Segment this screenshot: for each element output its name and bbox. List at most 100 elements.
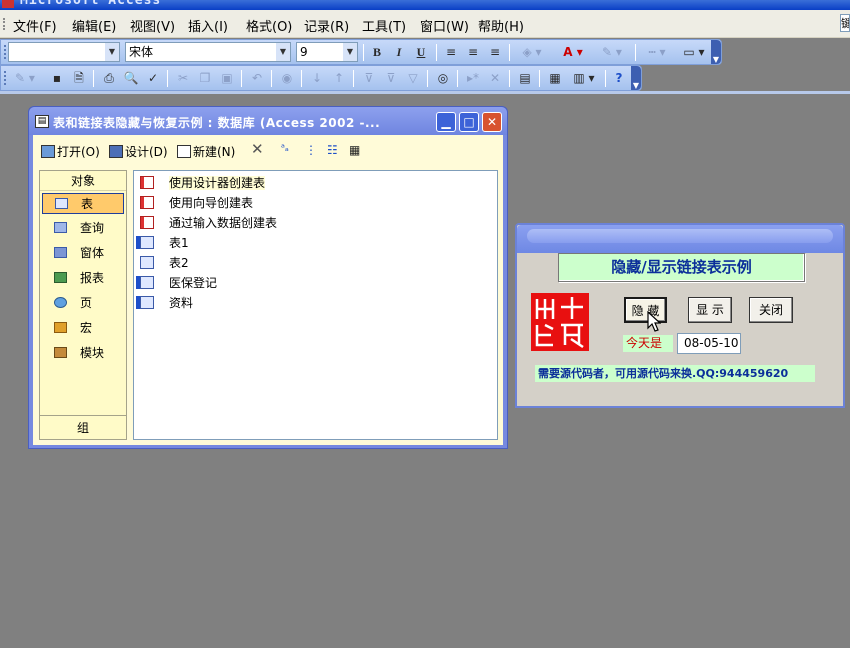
- design-button[interactable]: 设计(D): [109, 143, 168, 160]
- filter-by-form-icon[interactable]: ⊽: [381, 69, 401, 88]
- objects-item-queries[interactable]: 查询: [42, 218, 124, 239]
- new-button[interactable]: 新建(N): [177, 143, 235, 160]
- new-object-icon[interactable]: ▥ ▾: [567, 69, 601, 88]
- align-left-icon[interactable]: ≡: [441, 43, 461, 62]
- list-item[interactable]: 医保登记: [138, 273, 217, 293]
- properties-icon[interactable]: ▤: [515, 69, 535, 88]
- list-item-label: 医保登记: [169, 276, 218, 290]
- seal-image: 出十段: [531, 293, 589, 351]
- show-button[interactable]: 显 示: [688, 297, 732, 323]
- spelling-icon[interactable]: ✓: [143, 69, 163, 88]
- toolbar-grip-icon[interactable]: [4, 71, 7, 85]
- delete-record-icon[interactable]: ✕: [485, 69, 505, 88]
- minimize-button[interactable]: ▁: [436, 112, 456, 132]
- database-window-icon[interactable]: ▦: [545, 69, 565, 88]
- objects-item-tables[interactable]: 表: [42, 193, 124, 214]
- wizard-icon: [140, 196, 154, 209]
- search-icon[interactable]: 🗎: [69, 69, 89, 88]
- list-item[interactable]: 表2: [138, 253, 189, 273]
- list-item[interactable]: 使用设计器创建表: [138, 173, 266, 193]
- toolbar-separator: [427, 70, 428, 87]
- database-window-body: 打开(O) 设计(D) 新建(N) ✕ ᵃₐ ⋮ ☷ ▦ 对象 表 查询 窗体: [33, 135, 503, 445]
- menu-tools[interactable]: 工具(T): [362, 16, 406, 35]
- view-icon[interactable]: ✎ ▾: [9, 69, 41, 88]
- open-button-label: 打开(O): [57, 145, 100, 159]
- maximize-button[interactable]: □: [459, 112, 479, 132]
- large-icons-icon[interactable]: ᵃₐ: [281, 143, 289, 154]
- database-window-title: 表和链接表隐藏与恢复示例 : 数据库 (Access 2002 -...: [53, 116, 381, 130]
- open-button[interactable]: 打开(O): [41, 143, 100, 160]
- apply-filter-icon[interactable]: ▽: [403, 69, 423, 88]
- filter-by-selection-icon[interactable]: ⊽: [359, 69, 379, 88]
- help-icon[interactable]: ?: [609, 69, 629, 88]
- mouse-cursor-icon: [647, 311, 661, 332]
- help-search-box[interactable]: 键: [840, 14, 850, 32]
- objects-header: 对象: [40, 171, 126, 191]
- sort-descending-icon[interactable]: ↑: [329, 69, 349, 88]
- object-combo[interactable]: ▼: [8, 42, 120, 62]
- menu-help[interactable]: 帮助(H): [478, 16, 524, 35]
- menu-grip-icon[interactable]: [3, 18, 6, 30]
- menu-view[interactable]: 视图(V): [130, 16, 175, 35]
- linked-table-icon: [140, 236, 154, 249]
- new-record-icon[interactable]: ▸*: [463, 69, 483, 88]
- menu-window[interactable]: 窗口(W): [420, 16, 469, 35]
- list-item[interactable]: 使用向导创建表: [138, 193, 253, 213]
- special-effect-icon[interactable]: ▭ ▾: [676, 43, 712, 62]
- fill-color-icon[interactable]: ◈ ▾: [515, 43, 549, 62]
- cut-icon[interactable]: ✂: [173, 69, 193, 88]
- bold-button[interactable]: B: [367, 43, 387, 62]
- chevron-down-icon[interactable]: ▼: [276, 43, 290, 61]
- menu-records[interactable]: 记录(R): [304, 16, 349, 35]
- save-icon[interactable]: ▪: [47, 69, 67, 88]
- chevron-down-icon[interactable]: ▼: [105, 43, 119, 61]
- menu-format[interactable]: 格式(O): [246, 16, 292, 35]
- objects-item-forms[interactable]: 窗体: [42, 243, 124, 264]
- toolbar-options-icon[interactable]: ▼: [711, 40, 721, 64]
- menu-file[interactable]: 文件(F): [13, 16, 57, 35]
- groups-button[interactable]: 组: [40, 415, 126, 439]
- underline-button[interactable]: U: [411, 43, 431, 62]
- objects-item-reports[interactable]: 报表: [42, 268, 124, 289]
- objects-item-modules[interactable]: 模块: [42, 343, 124, 364]
- align-center-icon[interactable]: ≡: [463, 43, 483, 62]
- font-color-icon[interactable]: A ▾: [556, 43, 590, 62]
- undo-icon[interactable]: ↶: [247, 69, 267, 88]
- chevron-down-icon[interactable]: ▼: [343, 43, 357, 61]
- list-view-icon[interactable]: ☷: [327, 143, 338, 157]
- align-right-icon[interactable]: ≡: [485, 43, 505, 62]
- today-label: 今天是: [623, 335, 673, 352]
- close-button[interactable]: ✕: [482, 112, 502, 132]
- line-width-icon[interactable]: ┅ ▾: [641, 43, 673, 62]
- font-size-combo[interactable]: 9 ▼: [296, 42, 358, 62]
- find-icon[interactable]: ◎: [433, 69, 453, 88]
- line-color-icon[interactable]: ✎ ▾: [594, 43, 630, 62]
- toolbar-grip-icon[interactable]: [4, 45, 7, 59]
- objects-item-pages[interactable]: 页: [42, 293, 124, 314]
- italic-button[interactable]: I: [389, 43, 409, 62]
- details-view-icon[interactable]: ▦: [349, 143, 360, 157]
- paste-icon[interactable]: ▣: [217, 69, 237, 88]
- database-window-titlebar[interactable]: ▤ 表和链接表隐藏与恢复示例 : 数据库 (Access 2002 -... ▁…: [29, 107, 507, 135]
- sort-ascending-icon[interactable]: ↓: [307, 69, 327, 88]
- toolbar-separator: [353, 70, 354, 87]
- font-combo[interactable]: 宋体 ▼: [125, 42, 291, 62]
- macro-icon: [54, 322, 67, 333]
- date-field[interactable]: 08-05-10: [677, 333, 741, 354]
- list-item[interactable]: 通过输入数据创建表: [138, 213, 277, 233]
- toolbar-options-icon[interactable]: ▼: [631, 66, 641, 90]
- copy-icon[interactable]: ❐: [195, 69, 215, 88]
- form-titlebar[interactable]: [517, 225, 843, 253]
- objects-item-macros[interactable]: 宏: [42, 318, 124, 339]
- menu-edit[interactable]: 编辑(E): [72, 16, 116, 35]
- close-form-button[interactable]: 关闭: [749, 297, 793, 323]
- list-item[interactable]: 表1: [138, 233, 189, 253]
- menu-insert[interactable]: 插入(I): [188, 16, 228, 35]
- office-links-icon[interactable]: ◉: [277, 69, 297, 88]
- print-icon[interactable]: ⎙: [99, 69, 119, 88]
- delete-icon[interactable]: ✕: [251, 140, 264, 158]
- small-icons-icon[interactable]: ⋮: [305, 143, 317, 157]
- list-item[interactable]: 资料: [138, 293, 193, 313]
- print-preview-icon[interactable]: 🔍: [121, 69, 141, 88]
- app-title-bar: Microsoft Access: [0, 0, 850, 10]
